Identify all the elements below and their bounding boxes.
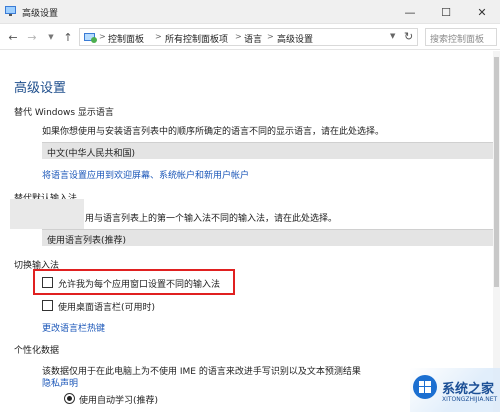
- search-placeholder: 搜索控制面板: [430, 35, 485, 45]
- watermark-text: 系统之家: [442, 382, 495, 397]
- breadcrumb-separator: >: [235, 32, 242, 41]
- windows-logo-icon: [413, 375, 437, 399]
- maximize-button[interactable]: ☐: [428, 0, 464, 24]
- up-button[interactable]: ↑: [61, 29, 75, 45]
- page-title: 高级设置: [14, 81, 67, 96]
- input-method-selected: 使用语言列表(推荐): [47, 236, 127, 246]
- input-method-description: 用与语言列表上的第一个输入法不同的输入法，请在此处选择。: [85, 214, 338, 224]
- apply-to-welcome-screen-link[interactable]: 将语言设置应用到欢迎屏幕、系统帐户和新用户帐户: [42, 168, 249, 181]
- auto-learning-label[interactable]: 使用自动学习(推荐): [79, 393, 158, 406]
- auto-learning-radio[interactable]: [64, 393, 75, 404]
- main-content: 高级设置 替代 Windows 显示语言 如果你想使用与安装语言列表中的顺序所确…: [0, 51, 500, 412]
- input-method-select[interactable]: 使用语言列表(推荐): [42, 229, 494, 246]
- breadcrumb-language[interactable]: 语言: [244, 32, 262, 45]
- breadcrumb-separator: >: [155, 32, 162, 41]
- privacy-statement-link[interactable]: 隐私声明: [42, 376, 78, 389]
- display-language-description: 如果你想使用与安装语言列表中的顺序所确定的语言不同的显示语言，请在此处选择。: [42, 127, 385, 137]
- breadcrumb-all-items[interactable]: 所有控制面板项: [165, 32, 228, 45]
- vertical-scrollbar[interactable]: [493, 51, 500, 412]
- navigation-bar: ← → ▼ ↑ > 控制面板 > 所有控制面板项 > 语言 > 高级设置 ▼ ↻…: [0, 24, 500, 50]
- display-language-selected: 中文(中华人民共和国): [47, 149, 136, 159]
- breadcrumb-advanced[interactable]: 高级设置: [277, 32, 313, 45]
- address-dropdown-icon[interactable]: ▼: [390, 32, 395, 40]
- window-title: 高级设置: [22, 9, 59, 19]
- control-panel-icon: [5, 6, 16, 16]
- close-button[interactable]: ✕: [464, 0, 500, 24]
- scrollbar-thumb[interactable]: [494, 57, 499, 287]
- section-heading-personalization: 个性化数据: [14, 346, 60, 356]
- personalization-description: 该数据仅用于在此电脑上为不使用 IME 的语言来改进手写识别以及文本预测结果: [42, 367, 361, 377]
- breadcrumb-separator: >: [99, 32, 106, 41]
- breadcrumb-separator: >: [267, 32, 274, 41]
- search-box[interactable]: 搜索控制面板: [425, 28, 497, 46]
- per-app-input-label[interactable]: 允许我为每个应用窗口设置不同的输入法: [58, 277, 220, 290]
- minimize-button[interactable]: —: [392, 0, 428, 24]
- watermark: 系统之家 XITONGZHIJIA.NET: [410, 368, 500, 412]
- recent-locations-dropdown[interactable]: ▼: [44, 29, 58, 45]
- refresh-icon[interactable]: ↻: [404, 30, 413, 43]
- address-bar[interactable]: > 控制面板 > 所有控制面板项 > 语言 > 高级设置 ▼ ↻: [79, 28, 418, 46]
- display-language-select[interactable]: 中文(中华人民共和国): [42, 142, 494, 159]
- back-button[interactable]: ←: [6, 29, 20, 45]
- per-app-input-checkbox[interactable]: [42, 277, 53, 288]
- redacted-region: [10, 199, 84, 229]
- desktop-language-bar-label[interactable]: 使用桌面语言栏(可用时): [58, 300, 155, 313]
- breadcrumb-control-panel[interactable]: 控制面板: [108, 32, 144, 45]
- change-hotkeys-link[interactable]: 更改语言栏热键: [42, 321, 105, 334]
- desktop-language-bar-checkbox[interactable]: [42, 300, 53, 311]
- watermark-subtext: XITONGZHIJIA.NET: [442, 396, 498, 403]
- forward-button[interactable]: →: [25, 29, 39, 45]
- section-heading-display-language: 替代 Windows 显示语言: [14, 108, 114, 118]
- control-panel-icon: [84, 33, 97, 43]
- title-bar: 高级设置 — ☐ ✕: [0, 0, 500, 24]
